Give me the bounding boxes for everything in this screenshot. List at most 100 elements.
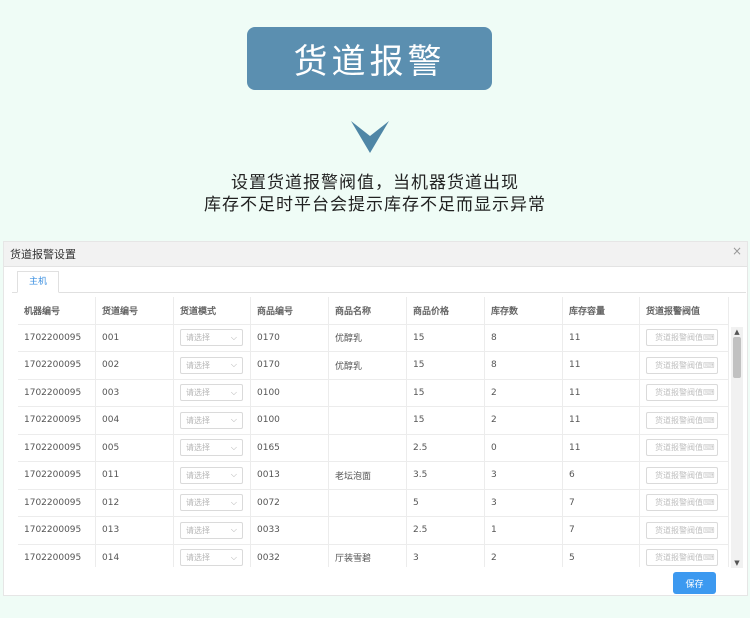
cell-slot-mode: 请选择 ⌵ <box>174 434 251 462</box>
chevron-down-icon: ⌵ <box>230 387 237 397</box>
scrollbar-thumb[interactable] <box>733 337 741 378</box>
cell-product-price: 15 <box>407 324 485 352</box>
select-placeholder: 请选择 <box>186 333 210 343</box>
header-product-name: 商品名称 <box>329 297 407 325</box>
slot-mode-select[interactable]: 请选择 ⌵ <box>180 549 243 567</box>
cell-stock-count: 2 <box>485 379 563 407</box>
table-scrollbar[interactable]: ▲ ▼ <box>731 327 743 568</box>
alarm-threshold-input[interactable]: 货道报警阀值 ⌨ <box>646 549 718 567</box>
select-placeholder: 请选择 <box>186 360 210 370</box>
keyboard-icon: ⌨ <box>703 470 715 480</box>
scroll-down-icon[interactable]: ▼ <box>731 558 743 568</box>
cell-slot-mode: 请选择 ⌵ <box>174 544 251 567</box>
tab-main[interactable]: 主机 <box>17 271 59 293</box>
cell-slot-number: 012 <box>96 489 174 517</box>
slot-mode-select[interactable]: 请选择 ⌵ <box>180 494 243 512</box>
alarm-threshold-input[interactable]: 货道报警阀值 ⌨ <box>646 356 718 374</box>
slot-mode-select[interactable]: 请选择 ⌵ <box>180 466 243 484</box>
alarm-threshold-input[interactable]: 货道报警阀值 ⌨ <box>646 494 718 512</box>
cell-product-price: 5 <box>407 489 485 517</box>
cell-slot-number: 004 <box>96 407 174 435</box>
cell-stock-count: 3 <box>485 462 563 490</box>
slot-table: 机器编号 货道编号 货道模式 商品编号 商品名称 商品价格 库存数 库存容量 货道报警阀值 170… <box>18 297 731 567</box>
scroll-up-icon[interactable]: ▲ <box>731 327 743 337</box>
cell-machine-number: 1702200095 <box>18 489 96 517</box>
cell-product-price: 15 <box>407 407 485 435</box>
cell-slot-mode: 请选择 ⌵ <box>174 379 251 407</box>
cell-stock-count: 8 <box>485 352 563 380</box>
cell-slot-mode: 请选择 ⌵ <box>174 324 251 352</box>
alarm-threshold-input[interactable]: 货道报警阀值 ⌨ <box>646 384 718 402</box>
cell-machine-number: 1702200095 <box>18 434 96 462</box>
keyboard-icon: ⌨ <box>703 360 715 370</box>
save-button[interactable]: 保存 <box>673 572 716 594</box>
cell-product-code: 0165 <box>251 434 329 462</box>
cell-product-price: 15 <box>407 352 485 380</box>
threshold-placeholder: 货道报警阀值 <box>655 360 703 370</box>
select-placeholder: 请选择 <box>186 498 210 508</box>
chevron-down-icon: ⌵ <box>230 360 237 370</box>
cell-product-code: 0013 <box>251 462 329 490</box>
cell-slot-number: 005 <box>96 434 174 462</box>
cell-stock-count: 2 <box>485 544 563 567</box>
header-product-price: 商品价格 <box>407 297 485 325</box>
select-placeholder: 请选择 <box>186 470 210 480</box>
cell-product-code: 0072 <box>251 489 329 517</box>
tab-divider <box>12 292 746 293</box>
alarm-threshold-input[interactable]: 货道报警阀值 ⌨ <box>646 466 718 484</box>
cell-stock-count: 2 <box>485 407 563 435</box>
alarm-threshold-input[interactable]: 货道报警阀值 ⌨ <box>646 411 718 429</box>
threshold-placeholder: 货道报警阀值 <box>655 388 703 398</box>
cell-machine-number: 1702200095 <box>18 544 96 567</box>
cell-alarm-threshold: 货道报警阀值 ⌨ <box>640 489 729 517</box>
cell-slot-mode: 请选择 ⌵ <box>174 462 251 490</box>
cell-stock-capacity: 6 <box>563 462 640 490</box>
cell-product-price: 3.5 <box>407 462 485 490</box>
cell-product-name <box>329 517 407 545</box>
cell-alarm-threshold: 货道报警阀值 ⌨ <box>640 517 729 545</box>
keyboard-icon: ⌨ <box>703 333 715 343</box>
cell-stock-count: 3 <box>485 489 563 517</box>
header-stock-capacity: 库存容量 <box>563 297 640 325</box>
select-placeholder: 请选择 <box>186 415 210 425</box>
cell-product-name: 优醇乳 <box>329 352 407 380</box>
cell-product-name: 老坛泡面 <box>329 462 407 490</box>
slot-mode-select[interactable]: 请选择 ⌵ <box>180 411 243 429</box>
slot-mode-select[interactable]: 请选择 ⌵ <box>180 356 243 374</box>
cell-slot-number: 013 <box>96 517 174 545</box>
threshold-placeholder: 货道报警阀值 <box>655 498 703 508</box>
cell-alarm-threshold: 货道报警阀值 ⌨ <box>640 324 729 352</box>
cell-machine-number: 1702200095 <box>18 517 96 545</box>
cell-slot-number: 001 <box>96 324 174 352</box>
cell-alarm-threshold: 货道报警阀值 ⌨ <box>640 352 729 380</box>
dialog-header: 货道报警设置 × <box>4 242 747 267</box>
cell-stock-capacity: 7 <box>563 489 640 517</box>
description-line-1: 设置货道报警阀值，当机器货道出现 <box>231 173 519 193</box>
cell-alarm-threshold: 货道报警阀值 ⌨ <box>640 544 729 567</box>
header-slot-mode: 货道模式 <box>174 297 251 325</box>
cell-slot-number: 003 <box>96 379 174 407</box>
header-slot-number: 货道编号 <box>96 297 174 325</box>
chevron-down-icon: ⌵ <box>230 470 237 480</box>
slot-mode-select[interactable]: 请选择 ⌵ <box>180 329 243 347</box>
select-placeholder: 请选择 <box>186 525 210 535</box>
alarm-settings-dialog: 货道报警设置 × 主机 机器编号 货道编号 货道模式 商品编号 商品名称 商品价格 库存数库… <box>3 241 748 596</box>
alarm-threshold-input[interactable]: 货道报警阀值 ⌨ <box>646 329 718 347</box>
slot-mode-select[interactable]: 请选择 ⌵ <box>180 521 243 539</box>
cell-product-code: 0100 <box>251 407 329 435</box>
slot-mode-select[interactable]: 请选择 ⌵ <box>180 384 243 402</box>
cell-machine-number: 1702200095 <box>18 352 96 380</box>
slot-mode-select[interactable]: 请选择 ⌵ <box>180 439 243 457</box>
cell-product-code: 0033 <box>251 517 329 545</box>
cell-stock-count: 1 <box>485 517 563 545</box>
header-stock-count: 库存数 <box>485 297 563 325</box>
cell-product-price: 15 <box>407 379 485 407</box>
alarm-threshold-input[interactable]: 货道报警阀值 ⌨ <box>646 521 718 539</box>
cell-product-code: 0170 <box>251 324 329 352</box>
cell-product-name <box>329 489 407 517</box>
alarm-threshold-input[interactable]: 货道报警阀值 ⌨ <box>646 439 718 457</box>
keyboard-icon: ⌨ <box>703 525 715 535</box>
cell-stock-count: 8 <box>485 324 563 352</box>
select-placeholder: 请选择 <box>186 388 210 398</box>
close-icon[interactable]: × <box>732 244 742 258</box>
